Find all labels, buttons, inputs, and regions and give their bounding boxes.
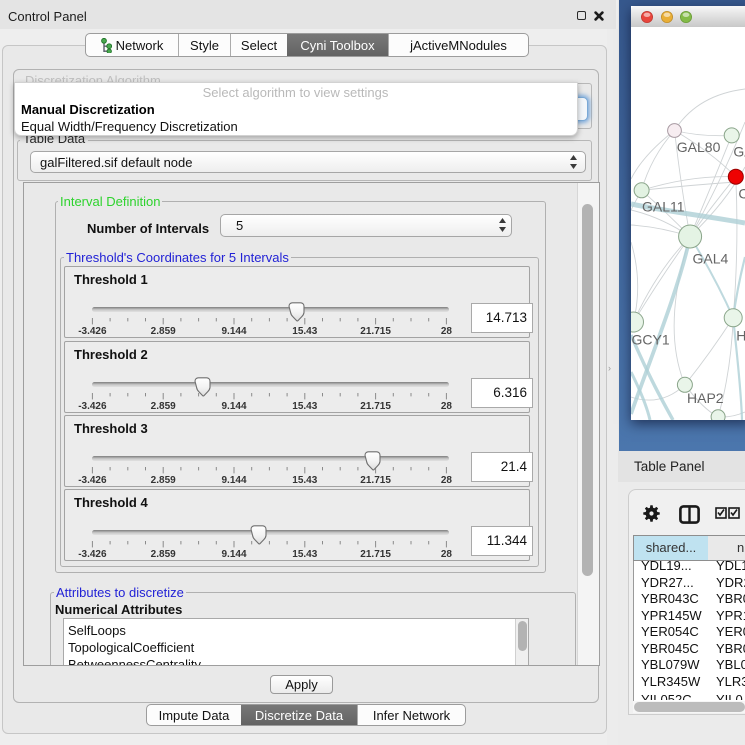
svg-text:GAL80: GAL80 <box>677 139 721 155</box>
svg-text:GA: GA <box>733 144 745 160</box>
svg-text:GAL11: GAL11 <box>642 198 685 214</box>
svg-text:CY: CY <box>738 185 745 201</box>
svg-text:HAP2: HAP2 <box>687 390 724 406</box>
svg-text:GCY1: GCY1 <box>632 331 670 347</box>
svg-text:HA: HA <box>736 327 745 343</box>
svg-text:GAL4: GAL4 <box>693 250 729 266</box>
